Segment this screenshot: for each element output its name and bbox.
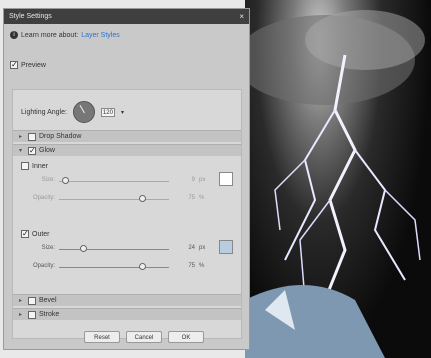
inner-opacity-value[interactable]: 75 — [177, 195, 195, 201]
inner-size-unit: px — [199, 177, 206, 183]
outer-size-unit: px — [199, 245, 206, 251]
outer-opacity-track[interactable] — [59, 267, 169, 268]
section-glow[interactable]: ▾ Glow — [13, 144, 241, 156]
expand-arrow-icon[interactable]: ▸ — [19, 133, 25, 140]
styles-panel: Lighting Angle: 120 ▾ ▸ Drop Shadow ▾ Gl… — [12, 89, 242, 339]
inner-glow-color-swatch[interactable] — [219, 172, 233, 186]
lighting-angle-label: Lighting Angle: — [21, 108, 67, 116]
outer-opacity-knob[interactable] — [138, 263, 146, 270]
drop-shadow-checkbox[interactable] — [28, 132, 36, 141]
inner-glow-toggle[interactable]: Inner — [21, 162, 48, 170]
outer-size-value[interactable]: 24 — [177, 245, 195, 251]
dialog-title: Style Settings — [9, 13, 52, 20]
preview-checkbox[interactable] — [10, 61, 18, 69]
outer-glow-label: Outer — [32, 230, 50, 238]
outer-size-track[interactable] — [59, 249, 169, 250]
section-bevel[interactable]: ▸ Bevel — [13, 294, 241, 306]
collapse-arrow-icon[interactable]: ▾ — [19, 147, 25, 154]
inner-glow-label: Inner — [32, 162, 48, 170]
lighting-angle-row: Lighting Angle: 120 ▾ — [21, 100, 124, 124]
info-icon: i — [10, 31, 18, 39]
preview-toggle[interactable]: Preview — [10, 61, 46, 69]
cancel-button[interactable]: Cancel — [126, 331, 162, 343]
reset-button[interactable]: Reset — [84, 331, 120, 343]
inner-opacity-slider-row: Opacity: 75 % — [27, 194, 237, 204]
bevel-label: Bevel — [39, 297, 57, 304]
inner-size-track[interactable] — [59, 181, 169, 182]
lighting-angle-dial[interactable] — [72, 101, 95, 123]
preview-label: Preview — [21, 61, 46, 69]
ok-button[interactable]: OK — [168, 331, 204, 343]
section-stroke[interactable]: ▸ Stroke — [13, 308, 241, 320]
outer-glow-checkbox[interactable] — [21, 230, 29, 238]
inner-glow-checkbox[interactable] — [21, 162, 29, 170]
outer-size-slider-row: Size: 24 px — [27, 244, 237, 254]
lighting-angle-input[interactable]: 120 — [100, 107, 115, 117]
stroke-label: Stroke — [39, 311, 60, 318]
lightning-bolt-graphic — [245, 10, 425, 358]
drop-shadow-label: Drop Shadow — [39, 133, 82, 140]
outer-opacity-label: Opacity: — [32, 263, 55, 269]
lightning-photo — [245, 0, 431, 358]
expand-arrow-icon[interactable]: ▸ — [19, 311, 25, 318]
inner-size-knob[interactable] — [61, 177, 69, 184]
glow-label: Glow — [39, 147, 55, 154]
outer-opacity-value[interactable]: 75 — [177, 263, 195, 269]
learn-more-label: Learn more about: — [21, 31, 79, 39]
bevel-checkbox[interactable] — [28, 296, 36, 305]
inner-size-slider-row: Size: 9 px — [27, 176, 237, 186]
expand-arrow-icon[interactable]: ▸ — [19, 297, 25, 304]
learn-more-row: i Learn more about: Layer Styles — [10, 31, 120, 39]
stroke-checkbox[interactable] — [28, 310, 36, 319]
outer-glow-toggle[interactable]: Outer — [21, 230, 50, 238]
style-settings-dialog: Style Settings × i Learn more about: Lay… — [3, 8, 250, 350]
dialog-buttons: Reset Cancel OK — [84, 331, 204, 343]
chevron-down-icon[interactable]: ▾ — [121, 109, 124, 116]
inner-opacity-label: Opacity: — [32, 195, 55, 201]
inner-opacity-knob[interactable] — [138, 195, 146, 202]
layer-styles-link[interactable]: Layer Styles — [81, 32, 120, 39]
outer-opacity-slider-row: Opacity: 75 % — [27, 262, 237, 272]
outer-size-knob[interactable] — [80, 245, 88, 252]
glow-checkbox[interactable] — [28, 146, 36, 155]
inner-opacity-track[interactable] — [59, 199, 169, 200]
outer-opacity-unit: % — [199, 263, 205, 269]
close-icon[interactable]: × — [239, 12, 244, 21]
outer-glow-color-swatch[interactable] — [219, 240, 233, 254]
dialog-titlebar: Style Settings × — [4, 9, 249, 24]
outer-size-label: Size: — [41, 245, 55, 251]
section-drop-shadow[interactable]: ▸ Drop Shadow — [13, 130, 241, 142]
inner-size-value[interactable]: 9 — [177, 177, 195, 183]
inner-size-label: Size: — [41, 177, 55, 183]
inner-opacity-unit: % — [199, 195, 205, 201]
